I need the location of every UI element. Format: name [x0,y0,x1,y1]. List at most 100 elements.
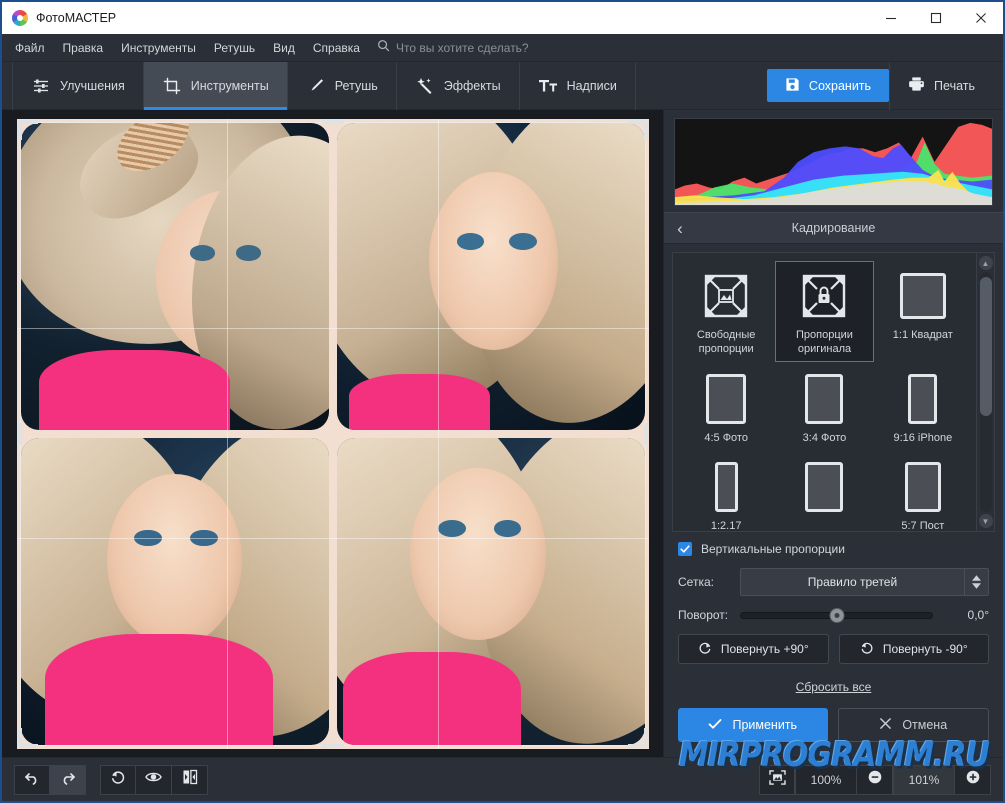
collage-quadrant-2 [333,119,649,434]
reset-all-link[interactable]: Сбросить все [796,680,872,694]
scrollbar-thumb[interactable] [980,277,992,416]
crop-handle-bottom-left[interactable] [20,744,38,748]
scroll-up-arrow-icon[interactable]: ▲ [979,256,993,270]
save-button[interactable]: Сохранить [767,69,889,102]
portrait-thumb-icon [805,459,843,515]
vertical-proportions-checkbox[interactable] [678,542,692,556]
crop-handle-left-top[interactable] [18,122,22,140]
portrait-thumb-icon [908,371,937,427]
rotate-buttons: Повернуть +90° Повернуть -90° [664,634,1003,664]
cancel-button[interactable]: Отмена [838,708,990,742]
printer-icon [908,76,925,95]
fit-to-screen-button[interactable] [759,765,795,795]
tab-text[interactable]: Надписи [520,62,636,110]
crop-handle-left-bottom[interactable] [18,728,22,746]
scroll-down-arrow-icon[interactable]: ▼ [979,514,993,528]
undo-icon [24,769,40,790]
ratio-option-original[interactable]: Пропорции оригинала [775,261,873,362]
crop-handle-bottom-center[interactable] [322,744,344,748]
sliders-icon [31,76,51,96]
chevron-left-icon[interactable]: ‹ [664,220,696,237]
zoom-level-value[interactable]: 101% [893,765,955,795]
portrait-thumb-icon [905,459,941,515]
crop-handle-top-left[interactable] [20,120,38,124]
ratio-option-3-4[interactable]: 3:4 Фото [775,364,873,451]
magic-wand-icon [415,76,435,96]
panel-header: ‹ Кадрирование [664,212,1003,244]
ratio-option-1-2-17[interactable]: 1:2.17 [677,452,775,532]
apply-button[interactable]: Применить [678,708,828,742]
tab-retouch[interactable]: Ретушь [288,62,397,110]
aspect-ratio-scrollbar[interactable]: ▲ ▼ [976,253,994,531]
histogram-svg [675,119,992,205]
image-canvas-area[interactable] [2,110,663,757]
preview-button[interactable] [136,765,172,795]
rotate-reset-button[interactable] [100,765,136,795]
image-stage[interactable] [17,119,649,749]
crop-icon [162,76,182,96]
portrait-thumb-icon [715,459,738,515]
tab-label: Инструменты [191,79,269,93]
crop-handle-right-bottom[interactable] [644,728,648,746]
maximize-icon[interactable] [913,2,958,34]
x-icon [879,717,892,733]
ratio-option-label: Свободные пропорции [680,329,772,357]
menu-item-edit[interactable]: Правка [54,34,113,62]
menu-item-retouch[interactable]: Ретушь [205,34,264,62]
rotate-reset-icon [110,769,126,790]
ratio-option-5-7[interactable]: 5:7 Пост [874,452,972,532]
crop-handle-top-center[interactable] [322,120,344,124]
tab-tools[interactable]: Инструменты [144,62,288,110]
menu-item-file[interactable]: Файл [6,34,54,62]
ratio-option-free[interactable]: Свободные пропорции [677,261,775,362]
rotate-slider-knob[interactable] [829,608,844,623]
spinner-updown-icon[interactable] [964,569,988,595]
histogram-container [664,110,1003,212]
tab-enhancements[interactable]: Улучшения [12,62,144,110]
crop-handle-right-center[interactable] [644,423,648,445]
close-icon[interactable] [958,2,1003,34]
grid-select-value: Правило третей [741,575,964,589]
tab-effects[interactable]: Эффекты [397,62,520,110]
lock-proportions-icon [802,268,846,324]
rotate-minus-90-button[interactable]: Повернуть -90° [839,634,990,664]
rotate-plus-90-button[interactable]: Повернуть +90° [678,634,829,664]
undo-button[interactable] [14,765,50,795]
ratio-option-1-1[interactable]: 1:1 Квадрат [874,261,972,362]
menu-item-view[interactable]: Вид [264,34,304,62]
ratio-option-9-16[interactable]: 9:16 iPhone [874,364,972,451]
zoom-out-button[interactable] [857,765,893,795]
undo-redo-group [14,765,86,795]
crop-handle-right-top[interactable] [644,122,648,140]
crop-handle-left-center[interactable] [18,423,22,445]
aspect-ratio-grid: Свободные пропорции [673,253,976,531]
zoom-in-button[interactable] [955,765,991,795]
title-bar: ФотоМАСТЕР [2,2,1003,34]
minimize-icon[interactable] [868,2,913,34]
ratio-option-label: 1:2.17 [711,520,742,532]
ratio-option-unlabeled[interactable] [775,452,873,532]
grid-select[interactable]: Правило третей [740,568,989,596]
search-placeholder: Что вы хотите сделать? [396,41,529,55]
rotate-slider[interactable] [740,608,933,622]
redo-button[interactable] [50,765,86,795]
rotate-plus-90-label: Повернуть +90° [721,642,809,656]
ratio-option-label: 1:1 Квадрат [893,329,953,343]
compare-button[interactable] [172,765,208,795]
tab-label: Улучшения [60,79,125,93]
app-logo-color-wheel [12,10,28,26]
bottom-toolbar: 100% 101% [2,757,1003,801]
vertical-proportions-label: Вертикальные пропорции [701,542,845,556]
print-button[interactable]: Печать [889,62,993,110]
vertical-proportions-row[interactable]: Вертикальные пропорции [678,542,989,556]
menu-item-tools[interactable]: Инструменты [112,34,205,62]
rotate-minus-90-label: Повернуть -90° [883,642,968,656]
menu-item-help[interactable]: Справка [304,34,369,62]
main-body: ‹ Кадрирование [2,110,1003,757]
save-button-label: Сохранить [809,79,871,93]
scrollbar-track[interactable] [980,272,992,512]
menu-search-box[interactable]: Что вы хотите сделать? [377,39,529,57]
window-title: ФотоМАСТЕР [36,11,116,25]
fit-zoom-label[interactable]: 100% [795,765,857,795]
ratio-option-4-5[interactable]: 4:5 Фото [677,364,775,451]
